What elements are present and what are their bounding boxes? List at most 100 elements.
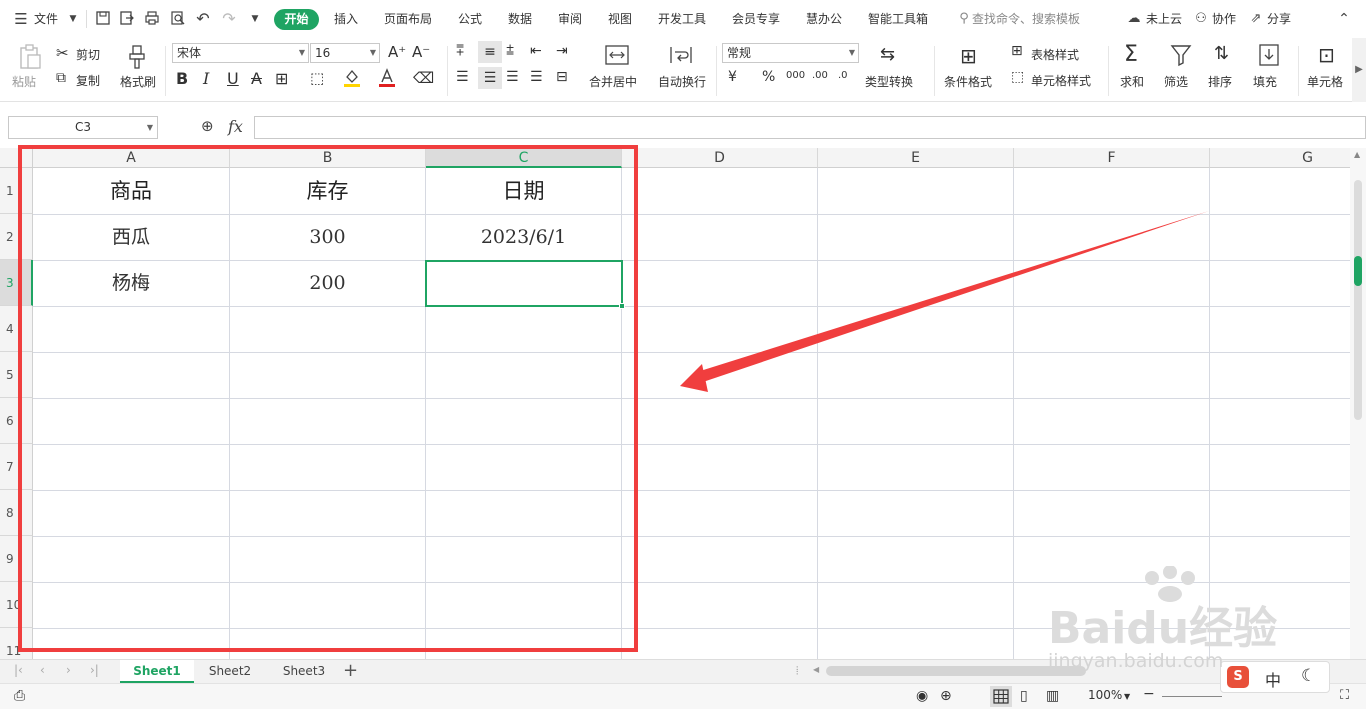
vertical-scrollbar[interactable]: ▲ [1350,148,1366,659]
cell-c2[interactable]: 2023/6/1 [426,214,621,260]
command-search[interactable]: 查找命令、搜索模板 [972,10,1080,27]
formula-input[interactable] [254,116,1366,139]
sheet-tab-1[interactable]: Sheet1 [120,660,194,683]
cell-b2[interactable]: 300 [230,214,425,260]
redo-icon[interactable]: ↷ [220,10,238,28]
underline-button[interactable]: U [227,69,239,88]
indent-decrease-icon[interactable]: ⇤ [530,43,542,59]
print-icon[interactable] [143,10,161,28]
font-size-select[interactable]: 16 ▼ [310,43,380,63]
chevron-down-icon[interactable]: ▼ [1124,692,1130,701]
page-layout-view-icon[interactable]: ▯ [1020,688,1028,704]
row-header-10[interactable]: 10 [0,582,33,628]
zoom-level[interactable]: 100% [1088,688,1122,702]
first-sheet-icon[interactable]: |‹ [14,663,23,677]
column-header-f[interactable]: F [1014,148,1210,168]
chevron-up-icon[interactable]: ⌃ [1335,10,1353,28]
add-sheet-icon[interactable]: + [343,660,358,681]
cloud-status[interactable]: 未上云 [1146,10,1182,27]
indent-increase-icon[interactable]: ⇥ [556,43,568,59]
number-format-select[interactable]: 常规 ▼ [722,43,859,63]
cell-a2[interactable]: 西瓜 [33,214,229,260]
cell-button[interactable]: 单元格 [1307,73,1343,90]
sheet-tab-3[interactable]: Sheet3 [268,660,340,683]
ime-language-toggle[interactable]: 中 [1265,667,1281,691]
row-header-5[interactable]: 5 [0,352,33,398]
sum-button[interactable]: 求和 [1120,73,1144,90]
ribbon-scroll-right[interactable]: ▶ [1352,38,1366,102]
column-header-c[interactable]: C [426,148,622,168]
conditional-format-button[interactable]: 条件格式 [944,73,992,90]
eraser-icon[interactable]: ⌫ [413,69,434,87]
row-header-9[interactable]: 9 [0,536,33,582]
tab-home[interactable]: 开始 [274,9,319,30]
justify-icon[interactable]: ☰ [530,69,543,85]
row-header-4[interactable]: 4 [0,306,33,352]
strikethrough-icon[interactable]: A [251,69,262,88]
wrap-text-button[interactable]: 自动换行 [658,73,706,90]
cell-a3[interactable]: 杨梅 [33,260,229,306]
cell-a1[interactable]: 商品 [33,168,229,214]
tab-page-layout[interactable]: 页面布局 [384,10,432,27]
fullscreen-icon[interactable]: ⛶ [1340,688,1349,703]
macro-record-icon[interactable]: ⎙ [14,688,25,704]
row-header-11[interactable]: 11 [0,628,33,659]
increase-decimal-icon[interactable]: .00 [812,70,828,81]
tab-smart-office[interactable]: 慧办公 [806,10,842,27]
tab-smart-toolbox[interactable]: 智能工具箱 [868,10,928,27]
chevron-down-icon[interactable]: ▼ [64,10,82,28]
format-painter-button[interactable]: 格式刷 [120,73,156,90]
decrease-font-icon[interactable]: A⁻ [412,43,430,61]
tab-formulas[interactable]: 公式 [458,10,482,27]
align-top-icon[interactable]: ⩱ [456,43,464,59]
hamburger-icon[interactable]: ☰ [12,10,30,28]
tab-member[interactable]: 会员专享 [732,10,780,27]
row-header-6[interactable]: 6 [0,398,33,444]
column-header-d[interactable]: D [622,148,818,168]
cell-style-button[interactable]: 单元格样式 [1031,72,1091,89]
scroll-left-icon[interactable]: ◀ [813,665,819,674]
column-header-e[interactable]: E [818,148,1014,168]
fill-color-icon[interactable] [343,68,361,88]
decrease-decimal-icon[interactable]: .0 [838,70,848,81]
tab-developer[interactable]: 开发工具 [658,10,706,27]
file-menu[interactable]: 文件 [34,10,58,27]
increase-font-icon[interactable]: A⁺ [388,43,406,61]
tab-insert[interactable]: 插入 [334,10,358,27]
percent-icon[interactable]: % [762,69,775,85]
tab-review[interactable]: 审阅 [558,10,582,27]
copy-button[interactable]: 复制 [76,72,100,89]
tab-data[interactable]: 数据 [508,10,532,27]
tab-view[interactable]: 视图 [608,10,632,27]
zoom-slider[interactable] [1162,696,1222,697]
cell-fill-pattern-icon[interactable]: ⬚ [310,69,324,87]
column-header-b[interactable]: B [230,148,426,168]
sort-button[interactable]: 排序 [1208,73,1232,90]
active-cell-selection[interactable] [425,260,623,307]
cell-c1[interactable]: 日期 [426,168,621,214]
cell-b1[interactable]: 库存 [230,168,425,214]
fill-handle[interactable] [619,303,625,309]
row-header-1[interactable]: 1 [0,168,33,214]
prev-sheet-icon[interactable]: ‹ [40,663,45,677]
sheet-tab-2[interactable]: Sheet2 [194,660,266,683]
select-all-corner[interactable] [0,148,33,168]
page-break-view-icon[interactable]: ▥ [1046,688,1059,704]
column-header-a[interactable]: A [33,148,230,168]
export-icon[interactable] [118,10,136,28]
function-icon[interactable]: fx [228,117,243,136]
cell-b3[interactable]: 200 [230,260,425,306]
scroll-up-icon[interactable]: ▲ [1354,150,1360,159]
column-header-g[interactable]: G [1210,148,1350,168]
currency-icon[interactable]: ¥ [728,69,737,85]
zoom-search-icon[interactable]: ⊕ [201,117,214,135]
thousands-icon[interactable]: 000 [786,70,805,81]
bold-button[interactable]: B [176,69,188,88]
font-name-select[interactable]: 宋体 ▼ [172,43,309,63]
align-right-icon[interactable]: ☰ [506,69,519,85]
eye-protection-icon[interactable]: ◉ [916,688,928,704]
align-center-icon[interactable]: ☰ [478,67,502,89]
save-icon[interactable] [94,10,112,28]
align-left-icon[interactable]: ☰ [456,69,469,85]
next-sheet-icon[interactable]: › [66,663,71,677]
